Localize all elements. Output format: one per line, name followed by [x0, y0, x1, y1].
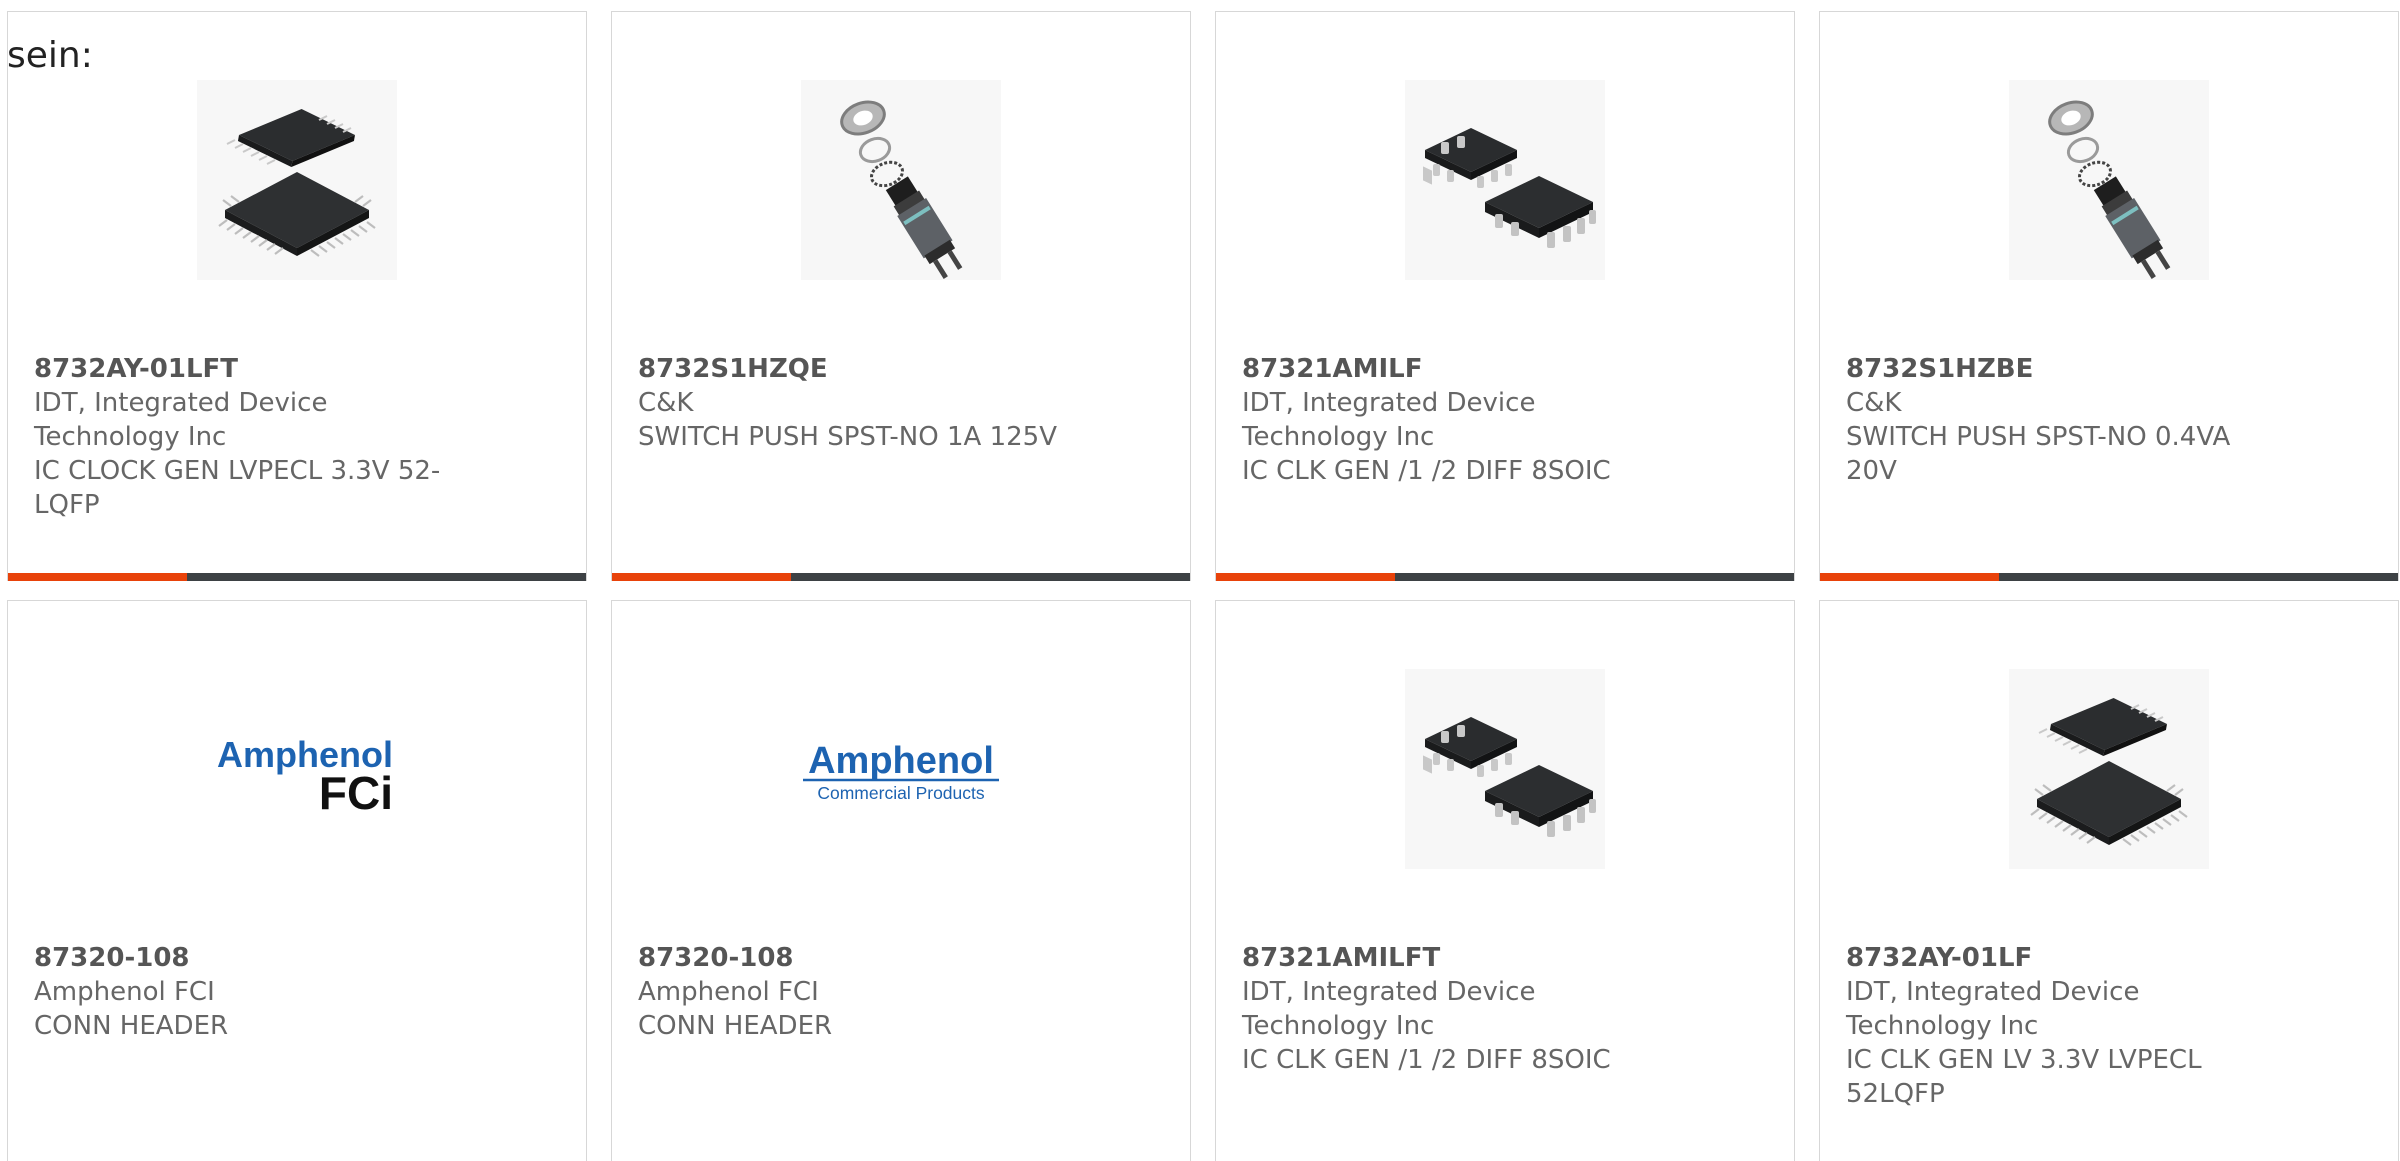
product-info: 8732S1HZBE C&K SWITCH PUSH SPST-NO 0.4VA 20… — [1846, 352, 2286, 488]
manufacturer-name: Technology Inc — [1242, 1011, 1435, 1041]
card-progress-bar — [1216, 573, 1794, 581]
product-description: IC CLK GEN LV 3.3V LVPECL — [1846, 1045, 2202, 1075]
product-description: 20V — [1846, 456, 1897, 486]
product-card[interactable]: 87321AMILF IDT, Integrated Device Technolo… — [1215, 11, 1795, 581]
manufacturer-name: IDT, Integrated Device — [1846, 977, 2140, 1007]
part-number-link[interactable]: 87321AMILF — [1242, 352, 1682, 386]
part-number-link[interactable]: 8732S1HZBE — [1846, 352, 2286, 386]
intro-text: sein: — [7, 35, 93, 76]
logo-text-line: FCi — [319, 767, 393, 819]
product-card[interactable]: 87321AMILFT IDT, Integrated Device Technol… — [1215, 600, 1795, 1161]
card-progress-bar — [612, 573, 1190, 581]
card-progress-fill — [612, 573, 791, 581]
manufacturer-name: IDT, Integrated Device — [1242, 388, 1536, 418]
logo-text-line: Commercial Products — [817, 783, 985, 803]
product-description: SWITCH PUSH SPST-NO 0.4VA — [1846, 422, 2231, 452]
product-info: 87320-108 Amphenol FCI CONN HEADER — [638, 941, 1078, 1043]
product-info: 87321AMILFT IDT, Integrated Device Technol… — [1242, 941, 1682, 1077]
soic-chip-icon[interactable] — [1405, 669, 1605, 869]
soic-chip-icon[interactable] — [1405, 80, 1605, 280]
product-info: 8732AY-01LFT IDT, Integrated Device Techno… — [34, 352, 474, 522]
part-number-link[interactable]: 8732AY-01LFT — [34, 352, 474, 386]
product-card[interactable]: 8732S1HZQE C&K SWITCH PUSH SPST-NO 1A 125V — [611, 11, 1191, 581]
product-description: IC CLK GEN /1 /2 DIFF 8SOIC — [1242, 456, 1611, 486]
card-progress-fill — [1820, 573, 1999, 581]
card-progress-fill — [8, 573, 187, 581]
part-number-link[interactable]: 87321AMILFT — [1242, 941, 1682, 975]
product-description: 52LQFP — [1846, 1079, 1945, 1109]
product-info: 8732S1HZQE C&K SWITCH PUSH SPST-NO 1A 125V — [638, 352, 1078, 454]
amphenol-fci-logo[interactable]: Amphenol FCi — [197, 669, 397, 869]
product-description: CONN HEADER — [34, 1011, 229, 1041]
push-switch-icon[interactable] — [2009, 80, 2209, 280]
part-number-link[interactable]: 8732S1HZQE — [638, 352, 1078, 386]
manufacturer-name: IDT, Integrated Device — [34, 388, 328, 418]
product-description: IC CLK GEN /1 /2 DIFF 8SOIC — [1242, 1045, 1611, 1075]
product-card[interactable]: 8732AY-01LFT IDT, Integrated Device Techno… — [7, 11, 587, 581]
manufacturer-name: Amphenol FCI — [638, 977, 819, 1007]
product-description: CONN HEADER — [638, 1011, 833, 1041]
manufacturer-name: C&K — [638, 388, 694, 418]
lqfp-chip-icon[interactable] — [2009, 669, 2209, 869]
product-description: SWITCH PUSH SPST-NO 1A 125V — [638, 422, 1057, 452]
product-info: 8732AY-01LF IDT, Integrated Device Technol… — [1846, 941, 2286, 1111]
card-progress-bar — [1820, 573, 2398, 581]
product-info: 87321AMILF IDT, Integrated Device Technolo… — [1242, 352, 1682, 488]
lqfp-chip-icon[interactable] — [197, 80, 397, 280]
product-info: 87320-108 Amphenol FCI CONN HEADER — [34, 941, 474, 1043]
part-number-link[interactable]: 87320-108 — [34, 941, 474, 975]
product-description: LQFP — [34, 490, 100, 520]
manufacturer-name: Technology Inc — [34, 422, 227, 452]
card-progress-fill — [1216, 573, 1395, 581]
manufacturer-name: Technology Inc — [1846, 1011, 2039, 1041]
amphenol-commercial-logo[interactable]: Amphenol Commercial Products — [801, 669, 1001, 869]
product-description: IC CLOCK GEN LVPECL 3.3V 52- — [34, 456, 441, 486]
product-grid-page: sein: 8732AY-01LFT IDT, Integrated Devic… — [0, 0, 2400, 1161]
manufacturer-name: Amphenol FCI — [34, 977, 215, 1007]
push-switch-icon[interactable] — [801, 80, 1001, 280]
manufacturer-name: Technology Inc — [1242, 422, 1435, 452]
part-number-link[interactable]: 8732AY-01LF — [1846, 941, 2286, 975]
part-number-link[interactable]: 87320-108 — [638, 941, 1078, 975]
manufacturer-name: C&K — [1846, 388, 1902, 418]
logo-text-line: Amphenol — [808, 740, 994, 782]
product-grid: 8732AY-01LFT IDT, Integrated Device Techno… — [7, 11, 2399, 1161]
product-card[interactable]: 8732S1HZBE C&K SWITCH PUSH SPST-NO 0.4VA 20… — [1819, 11, 2399, 581]
manufacturer-name: IDT, Integrated Device — [1242, 977, 1536, 1007]
card-progress-bar — [8, 573, 586, 581]
product-card[interactable]: Amphenol FCi 87320-108 Amphenol FCI CONN H… — [7, 600, 587, 1161]
product-card[interactable]: 8732AY-01LF IDT, Integrated Device Technol… — [1819, 600, 2399, 1161]
product-card[interactable]: Amphenol Commercial Products 87320-108 Am… — [611, 600, 1191, 1161]
